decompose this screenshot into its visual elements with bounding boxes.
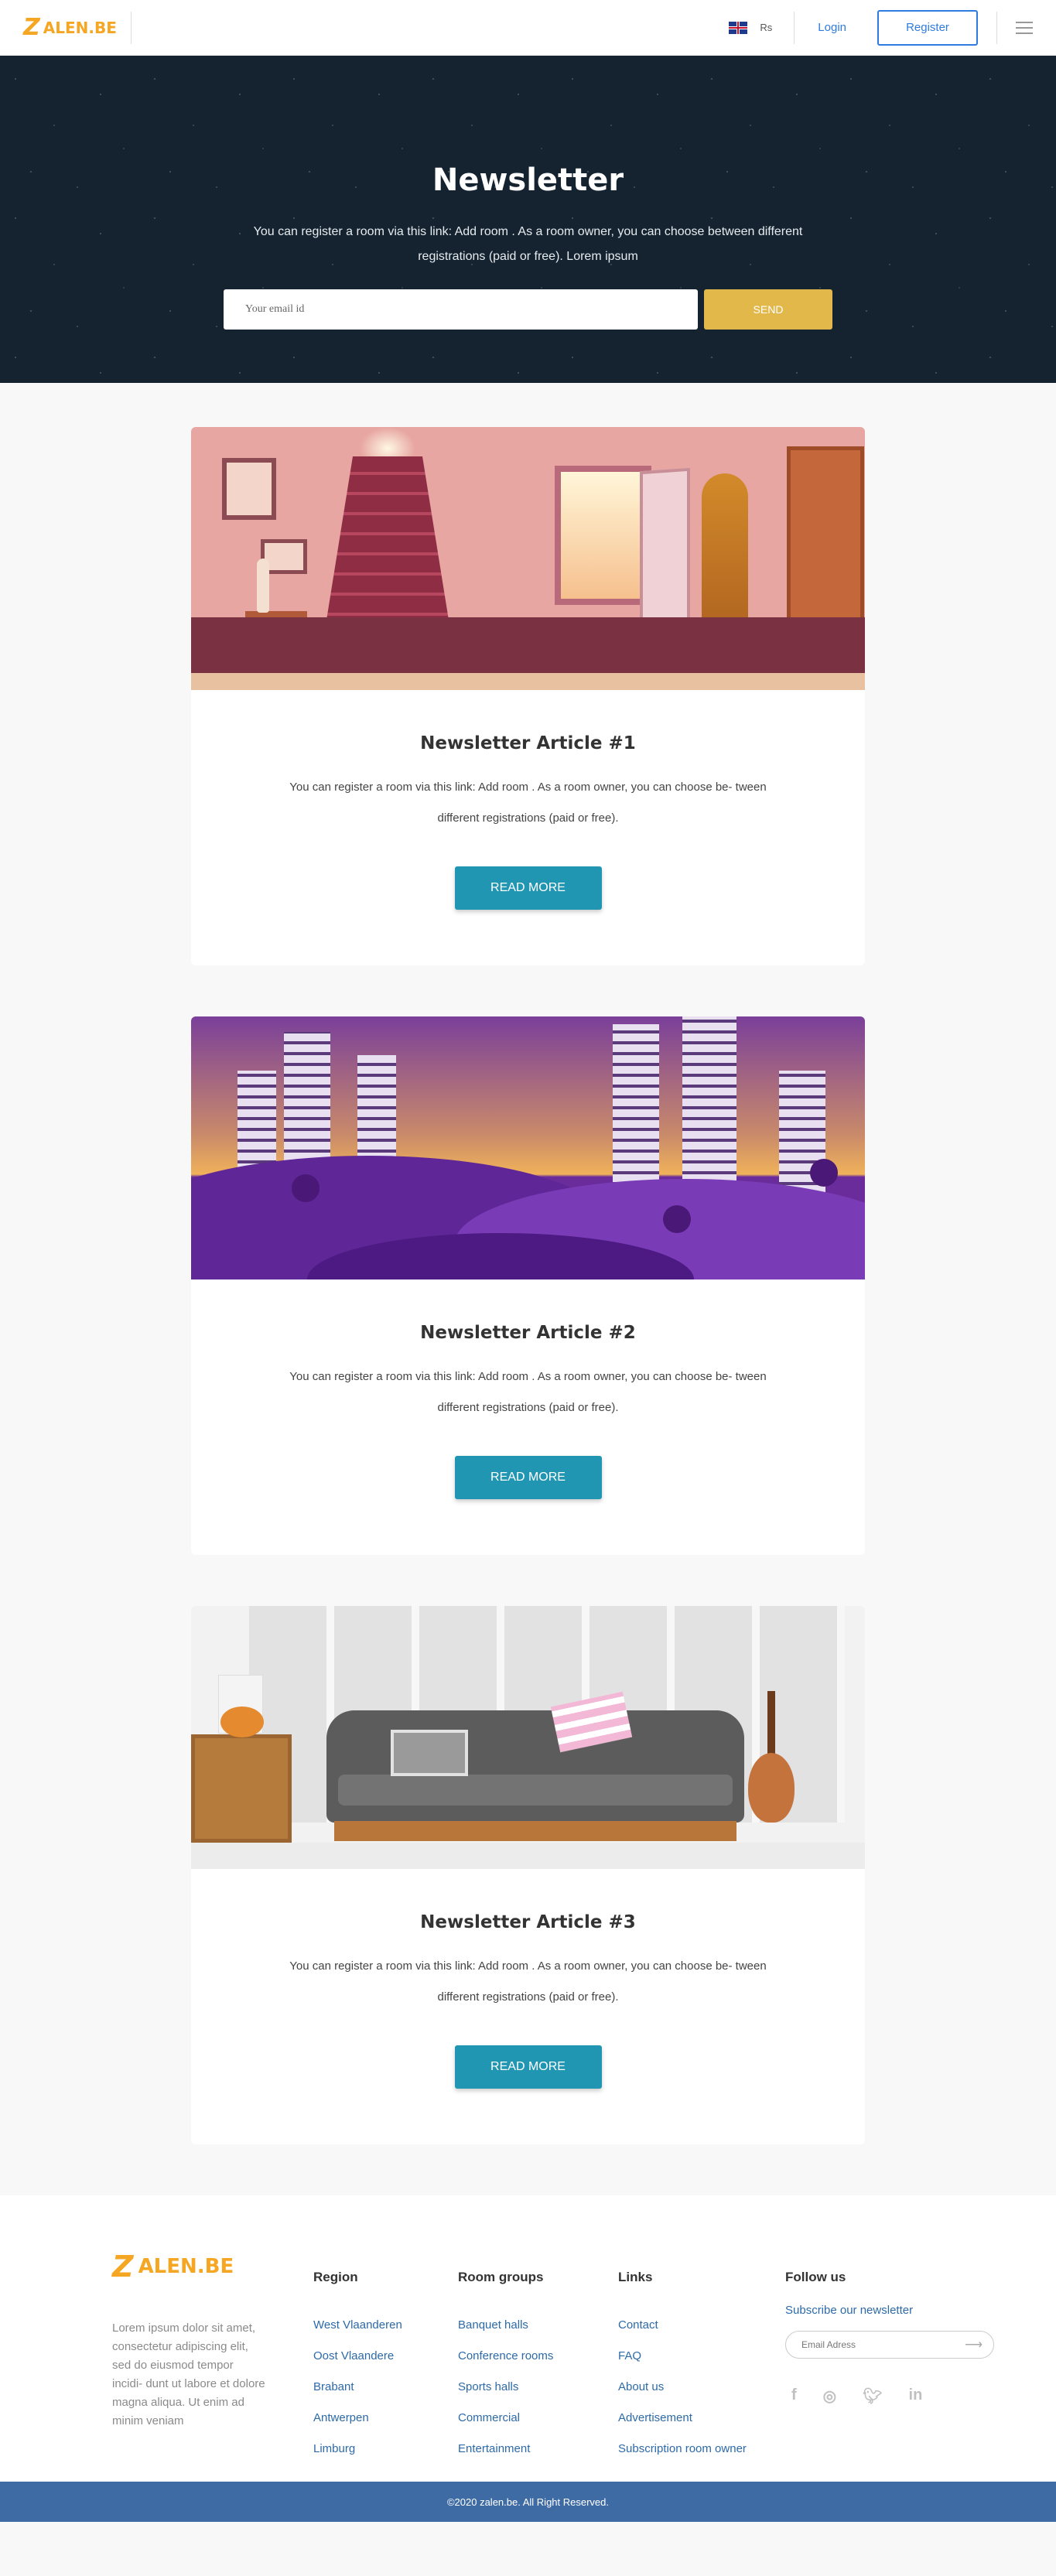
copyright-text: ©2020 zalen.be. All Right Reserved. <box>446 2496 610 2508</box>
login-link[interactable]: Login <box>818 21 846 34</box>
hamburger-menu-icon[interactable] <box>1016 21 1033 34</box>
email-placeholder: Email Adress <box>801 2339 856 2350</box>
article-body: Newsletter Article #2 You can register a… <box>191 1279 865 1555</box>
article-image-city <box>191 1016 865 1279</box>
hero-title: Newsletter <box>432 162 624 198</box>
footer-room-groups: Room groups Banquet halls Conference roo… <box>458 2250 618 2482</box>
article-title: Newsletter Article #1 <box>420 733 636 753</box>
hero-description: You can register a room via this link: A… <box>253 225 803 263</box>
article-card: Newsletter Article #2 You can register a… <box>191 1016 865 1555</box>
footer-links: Links Contact FAQ About us Advertisement… <box>618 2250 785 2482</box>
footer: Z ALEN.BE Lorem ipsum dolor sit amet, co… <box>0 2195 1056 2482</box>
article-list: Newsletter Article #1 You can register a… <box>0 383 1056 2195</box>
newsletter-hero: Newsletter You can register a room via t… <box>0 56 1056 383</box>
article-body: Newsletter Article #1 You can register a… <box>191 690 865 965</box>
footer-link[interactable]: Banquet halls <box>458 2310 618 2341</box>
article-image-living-room <box>191 1606 865 1869</box>
article-text: You can register a room via this link: A… <box>289 781 767 825</box>
footer-heading: Region <box>313 2270 358 2284</box>
logo-mark: Z <box>112 2250 134 2284</box>
footer-link[interactable]: Contact <box>618 2310 785 2341</box>
facebook-icon[interactable]: f <box>791 2386 797 2406</box>
read-more-button[interactable]: READ MORE <box>454 1456 602 1499</box>
article-title: Newsletter Article #2 <box>420 1323 636 1343</box>
article-title: Newsletter Article #3 <box>420 1912 636 1932</box>
subscribe-label: Subscribe our newsletter <box>785 2304 914 2317</box>
footer-link[interactable]: Antwerpen <box>313 2403 458 2434</box>
article-text: You can register a room via this link: A… <box>289 1370 767 1414</box>
arrow-right-icon[interactable]: ⟶ <box>965 2337 983 2352</box>
header-right: Rs Login Register <box>729 9 1033 46</box>
logo-mark: Z <box>23 14 40 41</box>
footer-link[interactable]: Entertainment <box>458 2434 618 2465</box>
uk-flag-icon[interactable] <box>729 21 748 34</box>
article-card: Newsletter Article #3 You can register a… <box>191 1606 865 2144</box>
twitter-icon[interactable]: 🐦︎ <box>863 2386 882 2406</box>
footer-link[interactable]: Sports halls <box>458 2372 618 2403</box>
footer-link[interactable]: FAQ <box>618 2341 785 2372</box>
email-input[interactable] <box>224 289 698 330</box>
divider <box>794 11 795 44</box>
divider <box>996 11 997 44</box>
footer-link[interactable]: Advertisement <box>618 2403 785 2434</box>
footer-link[interactable]: About us <box>618 2372 785 2403</box>
language-selector[interactable]: Rs <box>760 22 772 33</box>
article-text: You can register a room via this link: A… <box>289 1959 767 2004</box>
divider <box>130 11 132 44</box>
footer-email-input[interactable]: Email Adress ⟶ <box>785 2331 994 2359</box>
footer-heading: Follow us <box>785 2270 846 2284</box>
read-more-button[interactable]: READ MORE <box>454 866 602 910</box>
footer-link[interactable]: Commercial <box>458 2403 618 2434</box>
article-image-hallway <box>191 427 865 690</box>
footer-link[interactable]: West Vlaanderen <box>313 2310 458 2341</box>
linkedin-icon[interactable]: in <box>909 2386 923 2406</box>
article-body: Newsletter Article #3 You can register a… <box>191 1869 865 2144</box>
read-more-button[interactable]: READ MORE <box>454 2045 602 2089</box>
footer-heading: Room groups <box>458 2270 544 2284</box>
header-left: Z ALEN.BE <box>23 11 132 44</box>
logo-text: ALEN.BE <box>138 2255 234 2278</box>
top-navbar: Z ALEN.BE Rs Login Register <box>0 0 1056 56</box>
footer-brand: Z ALEN.BE Lorem ipsum dolor sit amet, co… <box>112 2250 313 2482</box>
footer-link[interactable]: Subscription room owner <box>618 2434 785 2465</box>
social-icons: f ◎ 🐦︎ in <box>785 2386 1002 2406</box>
footer-region: Region West Vlaanderen Oost Vlaandere Br… <box>313 2250 458 2482</box>
footer-heading: Links <box>618 2270 653 2284</box>
subscribe-form: SEND <box>0 289 1056 330</box>
copyright-bar: ©2020 zalen.be. All Right Reserved. <box>0 2482 1056 2522</box>
footer-link[interactable]: Conference rooms <box>458 2341 618 2372</box>
logo-text: ALEN.BE <box>43 18 117 37</box>
footer-link[interactable]: Limburg <box>313 2434 458 2465</box>
register-button[interactable]: Register <box>877 9 978 46</box>
send-button[interactable]: SEND <box>704 289 832 330</box>
footer-link[interactable]: Oost Vlaandere <box>313 2341 458 2372</box>
article-card: Newsletter Article #1 You can register a… <box>191 427 865 965</box>
footer-follow: Follow us Subscribe our newsletter Email… <box>785 2250 1002 2482</box>
footer-description: Lorem ipsum dolor sit amet, consectetur … <box>112 2321 265 2427</box>
footer-link[interactable]: Brabant <box>313 2372 458 2403</box>
instagram-icon[interactable]: ◎ <box>823 2386 836 2406</box>
footer-logo[interactable]: Z ALEN.BE <box>112 2250 313 2284</box>
logo[interactable]: Z ALEN.BE <box>23 14 117 41</box>
